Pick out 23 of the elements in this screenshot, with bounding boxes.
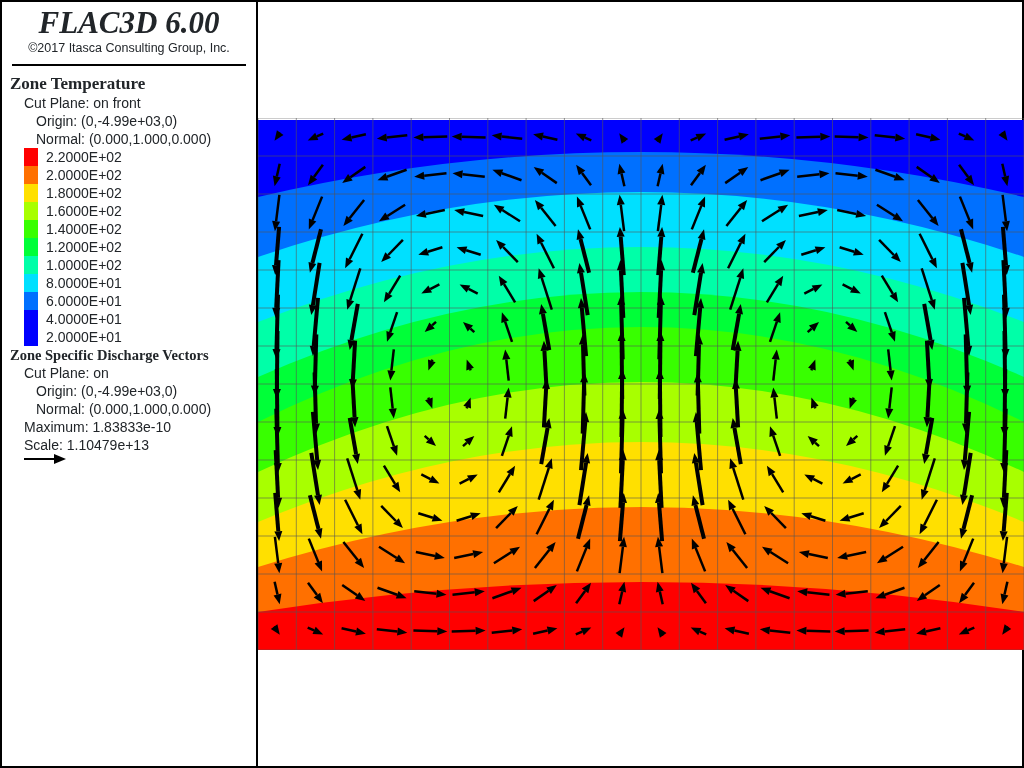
scale-label: 4.0000E+01 [46,310,122,328]
scale-label: 8.0000E+01 [46,274,122,292]
legend-text: Cut Plane: on front [23,94,142,112]
legend-title: Zone Specific Discharge Vectors [10,346,210,364]
legend-text: Origin: (0,-4.99e+03,0) [35,382,179,400]
scale-label: 1.4000E+02 [46,220,122,238]
scale-label: 2.2000E+02 [46,148,122,166]
scale-label: 1.2000E+02 [46,238,122,256]
scale-label: 1.8000E+02 [46,184,122,202]
copyright-text: ©2017 Itasca Consulting Group, Inc. [27,40,231,56]
scale-label: 6.0000E+01 [46,292,122,310]
legend-text: Normal: (0.000,1.000,0.000) [35,130,213,148]
scale-label: 2.0000E+01 [46,328,122,346]
scale-label: 1.6000E+02 [46,202,122,220]
scale-label: 2.0000E+02 [46,166,122,184]
legend-text: Scale: 1.10479e+13 [23,436,150,454]
legend-text: Normal: (0.000,1.000,0.000) [35,400,213,418]
legend-text: Origin: (0,-4.99e+03,0) [35,112,179,130]
scale-label: 1.0000E+02 [46,256,122,274]
legend-title: Zone Temperature [10,74,147,94]
legend-text: Cut Plane: on [23,364,110,382]
legend-text: Maximum: 1.83833e-10 [23,418,173,436]
program-title: FLAC3D 6.00 [37,6,221,40]
